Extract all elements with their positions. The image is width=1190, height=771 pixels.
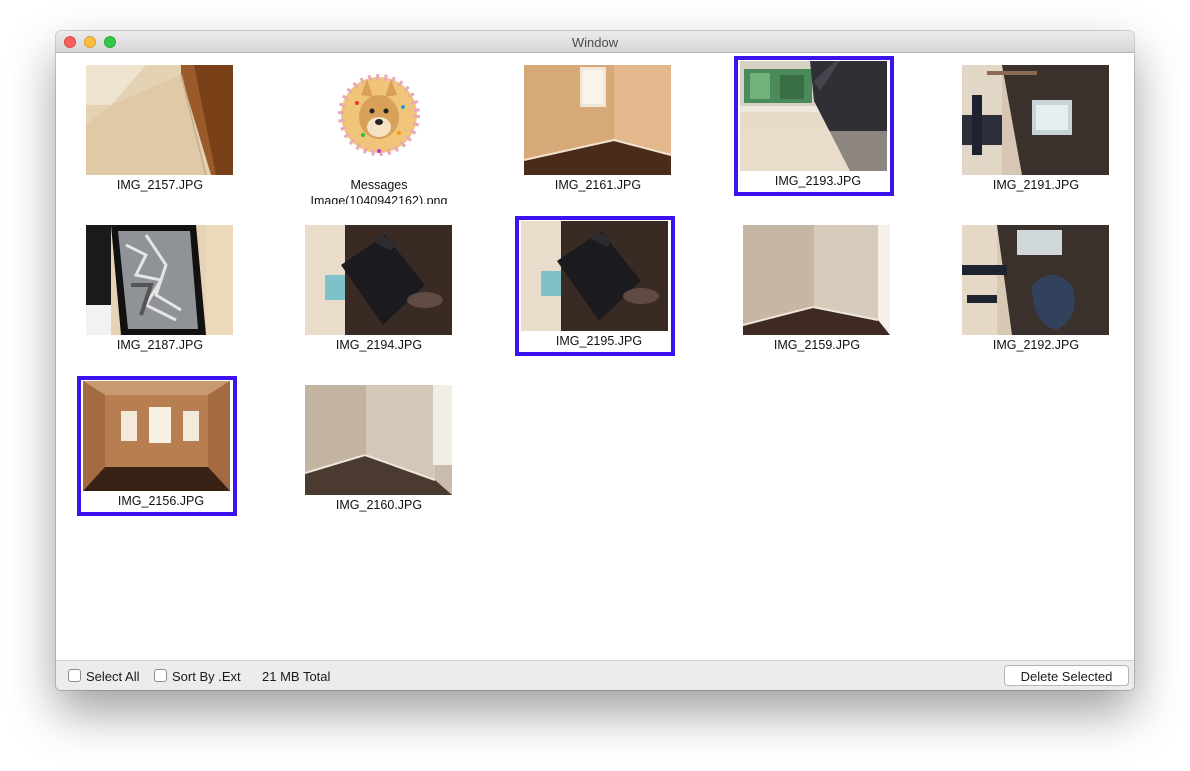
thumbnail bbox=[305, 385, 452, 495]
image-grid: IMG_2157.JPG Messages Image(1040942162).… bbox=[56, 53, 1134, 661]
thumbnail bbox=[86, 225, 233, 335]
image-filename: IMG_2191.JPG bbox=[992, 178, 1080, 192]
thumbnail bbox=[83, 381, 230, 491]
image-item[interactable]: IMG_2160.JPG bbox=[299, 381, 452, 515]
sort-by-ext-checkbox[interactable] bbox=[154, 669, 167, 682]
thumbnail bbox=[740, 61, 887, 171]
image-item[interactable]: IMG_2192.JPG bbox=[956, 221, 1109, 355]
image-item[interactable]: IMG_2156.JPG bbox=[77, 376, 237, 516]
thumbnail bbox=[305, 65, 452, 175]
thumbnail bbox=[521, 221, 668, 331]
image-item[interactable]: Messages Image(1040942162).png bbox=[299, 61, 452, 204]
select-all-label[interactable]: Select All bbox=[86, 669, 139, 684]
image-filename: IMG_2160.JPG bbox=[335, 498, 423, 512]
delete-selected-button[interactable]: Delete Selected bbox=[1004, 665, 1129, 686]
image-item[interactable]: IMG_2195.JPG bbox=[515, 216, 675, 356]
image-filename: IMG_2187.JPG bbox=[116, 338, 204, 352]
image-item[interactable]: IMG_2161.JPG bbox=[518, 61, 671, 195]
image-filename: IMG_2161.JPG bbox=[554, 178, 642, 192]
image-filename: IMG_2192.JPG bbox=[992, 338, 1080, 352]
thumbnail bbox=[743, 225, 890, 335]
thumbnail bbox=[962, 225, 1109, 335]
thumbnail bbox=[86, 65, 233, 175]
image-filename-line2: Image(1040942162).png bbox=[310, 194, 448, 204]
thumbnail bbox=[524, 65, 671, 175]
image-filename: IMG_2195.JPG bbox=[555, 334, 643, 348]
image-item[interactable]: IMG_2159.JPG bbox=[737, 221, 890, 355]
window-title: Window bbox=[571, 35, 619, 50]
image-filename: IMG_2193.JPG bbox=[774, 174, 862, 188]
sort-by-ext-label[interactable]: Sort By .Ext bbox=[172, 669, 241, 684]
select-all-checkbox[interactable] bbox=[68, 669, 81, 682]
footer-bar: Select All Sort By .Ext 21 MB Total Dele… bbox=[56, 660, 1134, 690]
image-item[interactable]: IMG_2187.JPG bbox=[80, 221, 233, 355]
image-filename: IMG_2159.JPG bbox=[773, 338, 861, 352]
thumbnail bbox=[305, 225, 452, 335]
image-filename: Messages bbox=[350, 178, 408, 192]
title-bar[interactable]: Window bbox=[56, 31, 1134, 53]
image-filename: IMG_2156.JPG bbox=[117, 494, 205, 508]
image-item[interactable]: IMG_2157.JPG bbox=[80, 61, 233, 195]
total-size-label: 21 MB Total bbox=[262, 669, 331, 684]
thumbnail bbox=[962, 65, 1109, 175]
image-item[interactable]: IMG_2191.JPG bbox=[956, 61, 1109, 195]
image-filename: IMG_2194.JPG bbox=[335, 338, 423, 352]
image-item[interactable]: IMG_2193.JPG bbox=[734, 56, 894, 196]
image-filename: IMG_2157.JPG bbox=[116, 178, 204, 192]
image-item[interactable]: IMG_2194.JPG bbox=[299, 221, 452, 355]
app-window: Window IMG_2157.JPG Messages Image(10409… bbox=[56, 31, 1134, 690]
